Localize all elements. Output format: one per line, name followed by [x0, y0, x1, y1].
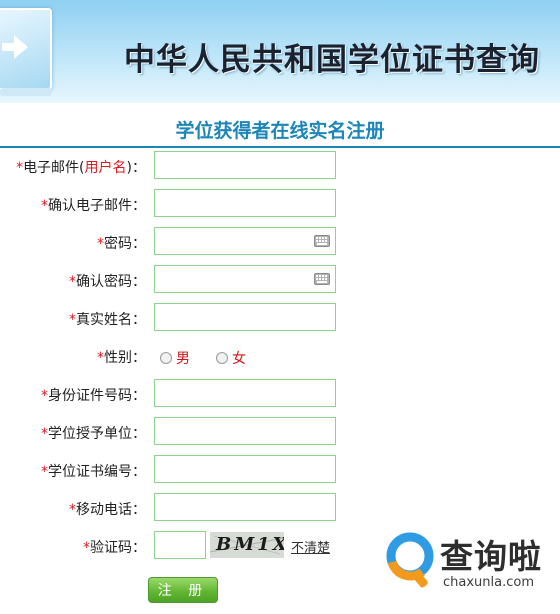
label-email: *电子邮件(用户名)： [16, 160, 146, 176]
register-button[interactable]: 注 册 [148, 577, 218, 603]
row-mobile: *移动电话： [0, 493, 560, 523]
watermark: 查询啦 chaxunla.com [386, 530, 556, 594]
radio-circle-icon[interactable] [216, 352, 228, 364]
email-confirm-input[interactable] [154, 189, 336, 217]
captcha-image[interactable]: BM1X [210, 532, 284, 558]
password-confirm-input[interactable] [154, 265, 336, 293]
degree-institution-input[interactable] [154, 417, 336, 445]
watermark-logo-text: 查询啦 [440, 537, 542, 576]
real-name-input[interactable] [154, 303, 336, 331]
header-banner: 中华人民共和国学位证书查询 [0, 0, 560, 103]
label-certificate-number: *学位证书编号： [41, 464, 146, 480]
row-email: *电子邮件(用户名)： [0, 151, 560, 181]
gender-female-label: 女 [232, 351, 246, 367]
form-header: 学位获得者在线实名注册 [0, 112, 560, 148]
monitor-graphic [0, 8, 52, 90]
captcha-input[interactable] [154, 531, 206, 559]
watermark-site: chaxunla.com [443, 575, 534, 590]
row-password: *密码： [0, 227, 560, 257]
row-real-name: *真实姓名： [0, 303, 560, 333]
certificate-number-input[interactable] [154, 455, 336, 483]
label-captcha: *验证码： [83, 540, 146, 556]
radio-circle-icon[interactable] [160, 352, 172, 364]
gender-male-label: 男 [176, 351, 190, 367]
label-gender: *性别： [97, 350, 146, 366]
label-real-name: *真实姓名： [69, 312, 146, 328]
site-title: 中华人民共和国学位证书查询 [124, 42, 540, 78]
arrow-right-icon [2, 35, 28, 59]
row-password-confirm: *确认密码： [0, 265, 560, 295]
search-logo-icon [386, 532, 434, 588]
label-password: *密码： [97, 236, 146, 252]
password-input[interactable] [154, 227, 336, 255]
row-gender: *性别： 男 女 [0, 341, 560, 371]
label-mobile: *移动电话： [69, 502, 146, 518]
monitor-stand [0, 88, 52, 96]
row-id-number: *身份证件号码： [0, 379, 560, 409]
label-email-confirm: *确认电子邮件： [41, 198, 146, 214]
keyboard-icon[interactable] [314, 235, 330, 247]
gender-female-radio[interactable]: 女 [216, 348, 246, 368]
id-number-input[interactable] [154, 379, 336, 407]
captcha-refresh-link[interactable]: 不清楚 [291, 537, 330, 556]
mobile-input[interactable] [154, 493, 336, 521]
gender-male-radio[interactable]: 男 [160, 348, 190, 368]
row-degree-institution: *学位授予单位： [0, 417, 560, 447]
label-id-number: *身份证件号码： [41, 388, 146, 404]
label-degree-institution: *学位授予单位： [41, 426, 146, 442]
row-certificate-number: *学位证书编号： [0, 455, 560, 485]
keyboard-icon[interactable] [314, 273, 330, 285]
label-password-confirm: *确认密码： [69, 274, 146, 290]
email-input[interactable] [154, 151, 336, 179]
captcha-text: BM1X [216, 534, 284, 555]
row-email-confirm: *确认电子邮件： [0, 189, 560, 219]
form-title: 学位获得者在线实名注册 [175, 120, 385, 142]
